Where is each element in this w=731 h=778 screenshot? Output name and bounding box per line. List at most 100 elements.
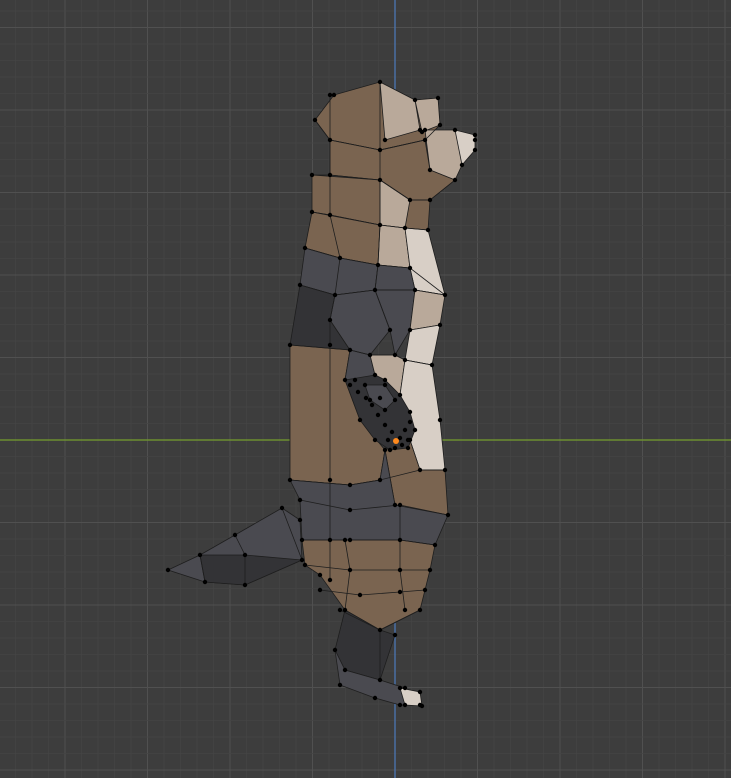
mesh-vertex[interactable] <box>417 607 423 613</box>
mesh-vertex[interactable] <box>422 137 428 143</box>
mesh-vertex[interactable] <box>327 537 333 543</box>
mesh-vertex[interactable] <box>327 342 333 348</box>
mesh-vertex[interactable] <box>347 567 353 573</box>
mesh-vertex[interactable] <box>375 412 381 418</box>
mesh-vertex[interactable] <box>405 445 411 451</box>
mesh-vertex[interactable] <box>297 497 303 503</box>
mesh-vertex[interactable] <box>427 167 433 173</box>
mesh-vertex[interactable] <box>342 667 348 673</box>
mesh-vertex[interactable] <box>459 162 465 168</box>
mesh-vertex[interactable] <box>377 677 383 683</box>
mesh-vertex[interactable] <box>337 255 343 261</box>
mesh-vertex[interactable] <box>327 577 333 583</box>
mesh-vertex[interactable] <box>347 347 353 353</box>
mesh-vertex[interactable] <box>422 587 428 593</box>
mesh-vertex[interactable] <box>452 177 458 183</box>
mesh-vertex[interactable] <box>372 437 378 443</box>
meerkat-mesh[interactable] <box>165 79 478 709</box>
mesh-vertex[interactable] <box>377 222 383 228</box>
mesh-vertex[interactable] <box>377 395 383 401</box>
mesh-vertex[interactable] <box>385 437 391 443</box>
mesh-vertex[interactable] <box>397 567 403 573</box>
mesh-vertex[interactable] <box>369 402 375 408</box>
mesh-vertex[interactable] <box>312 117 318 123</box>
mesh-vertex[interactable] <box>279 505 285 511</box>
mesh-vertex[interactable] <box>372 695 378 701</box>
mesh-vertex[interactable] <box>357 592 363 598</box>
mesh-vertex[interactable] <box>347 482 353 488</box>
mesh-vertex[interactable] <box>397 392 403 398</box>
mesh-vertex[interactable] <box>382 447 388 453</box>
mesh-vertex[interactable] <box>327 137 333 143</box>
mesh-vertex[interactable] <box>317 587 323 593</box>
mesh-vertex[interactable] <box>472 132 478 138</box>
mesh-vertex[interactable] <box>429 362 435 368</box>
mesh-vertex[interactable] <box>287 342 293 348</box>
mesh-vertex[interactable] <box>337 682 343 688</box>
mesh-vertex[interactable] <box>377 477 383 483</box>
mesh-vertex[interactable] <box>397 589 403 595</box>
mesh-vertex[interactable] <box>347 537 353 543</box>
mesh-vertex[interactable] <box>375 262 381 268</box>
mesh-vertex[interactable] <box>165 567 171 573</box>
mesh-vertex[interactable] <box>309 172 315 178</box>
mesh-vertex[interactable] <box>432 542 438 548</box>
mesh-vertex[interactable] <box>472 147 478 153</box>
mesh-vertex[interactable] <box>382 137 388 143</box>
mesh-vertex[interactable] <box>232 532 238 538</box>
mesh-vertex[interactable] <box>377 79 383 85</box>
mesh-vertex[interactable] <box>331 92 337 98</box>
mesh-vertex[interactable] <box>437 417 443 423</box>
mesh-vertex[interactable] <box>342 537 348 543</box>
mesh-vertex[interactable] <box>372 287 378 293</box>
viewport-canvas[interactable] <box>0 0 731 778</box>
mesh-vertex[interactable] <box>382 422 388 428</box>
mesh-vertex[interactable] <box>287 477 293 483</box>
mesh-vertex[interactable] <box>327 212 333 218</box>
mesh-vertex[interactable] <box>332 292 338 298</box>
mesh-vertex[interactable] <box>402 702 408 708</box>
mesh-vertex[interactable] <box>389 429 395 435</box>
mesh-vertex[interactable] <box>357 417 363 423</box>
mesh-vertex[interactable] <box>412 97 418 103</box>
mesh-vertex[interactable] <box>299 557 305 563</box>
mesh-vertex[interactable] <box>302 562 308 568</box>
mesh-vertex[interactable] <box>392 502 398 508</box>
mesh-vertex[interactable] <box>387 327 393 333</box>
mesh-vertex[interactable] <box>402 685 408 691</box>
mesh-vertex[interactable] <box>363 395 369 401</box>
mesh-vertex[interactable] <box>417 467 423 473</box>
mesh-vertex[interactable] <box>427 197 433 203</box>
mesh-vertex[interactable] <box>399 442 405 448</box>
mesh-vertex[interactable] <box>402 357 408 363</box>
mesh-vertex[interactable] <box>299 537 305 543</box>
mesh-vertex[interactable] <box>327 92 333 98</box>
mesh-vertex[interactable] <box>327 477 333 483</box>
mesh-vertex[interactable] <box>437 322 443 328</box>
mesh-vertex[interactable] <box>367 397 373 403</box>
mesh-vertex[interactable] <box>402 225 408 231</box>
mesh-vertex[interactable] <box>302 245 308 251</box>
mesh-vertex[interactable] <box>445 512 451 518</box>
mesh-vertex[interactable] <box>242 552 248 558</box>
mesh-vertex[interactable] <box>382 382 388 388</box>
mesh-vertex[interactable] <box>362 382 368 388</box>
mesh-vertex[interactable] <box>392 397 398 403</box>
mesh-vertex[interactable] <box>402 607 408 613</box>
mesh-vertex[interactable] <box>437 122 443 128</box>
mesh-vertex[interactable] <box>402 427 408 433</box>
mesh-vertex[interactable] <box>387 447 393 453</box>
mesh-vertex[interactable] <box>337 607 343 613</box>
mesh-vertex[interactable] <box>397 685 403 691</box>
mesh-vertex[interactable] <box>397 537 403 543</box>
mesh-vertex[interactable] <box>407 197 413 203</box>
mesh-vertex[interactable] <box>347 382 353 388</box>
mesh-vertex[interactable] <box>327 172 333 178</box>
mesh-vertex[interactable] <box>427 567 433 573</box>
mesh-vertex[interactable] <box>425 227 431 233</box>
mesh-vertex[interactable] <box>472 137 478 143</box>
mesh-vertex[interactable] <box>332 647 338 653</box>
mesh-vertex[interactable] <box>377 147 383 153</box>
mesh-vertex[interactable] <box>452 127 458 133</box>
mesh-vertex[interactable] <box>309 209 315 215</box>
